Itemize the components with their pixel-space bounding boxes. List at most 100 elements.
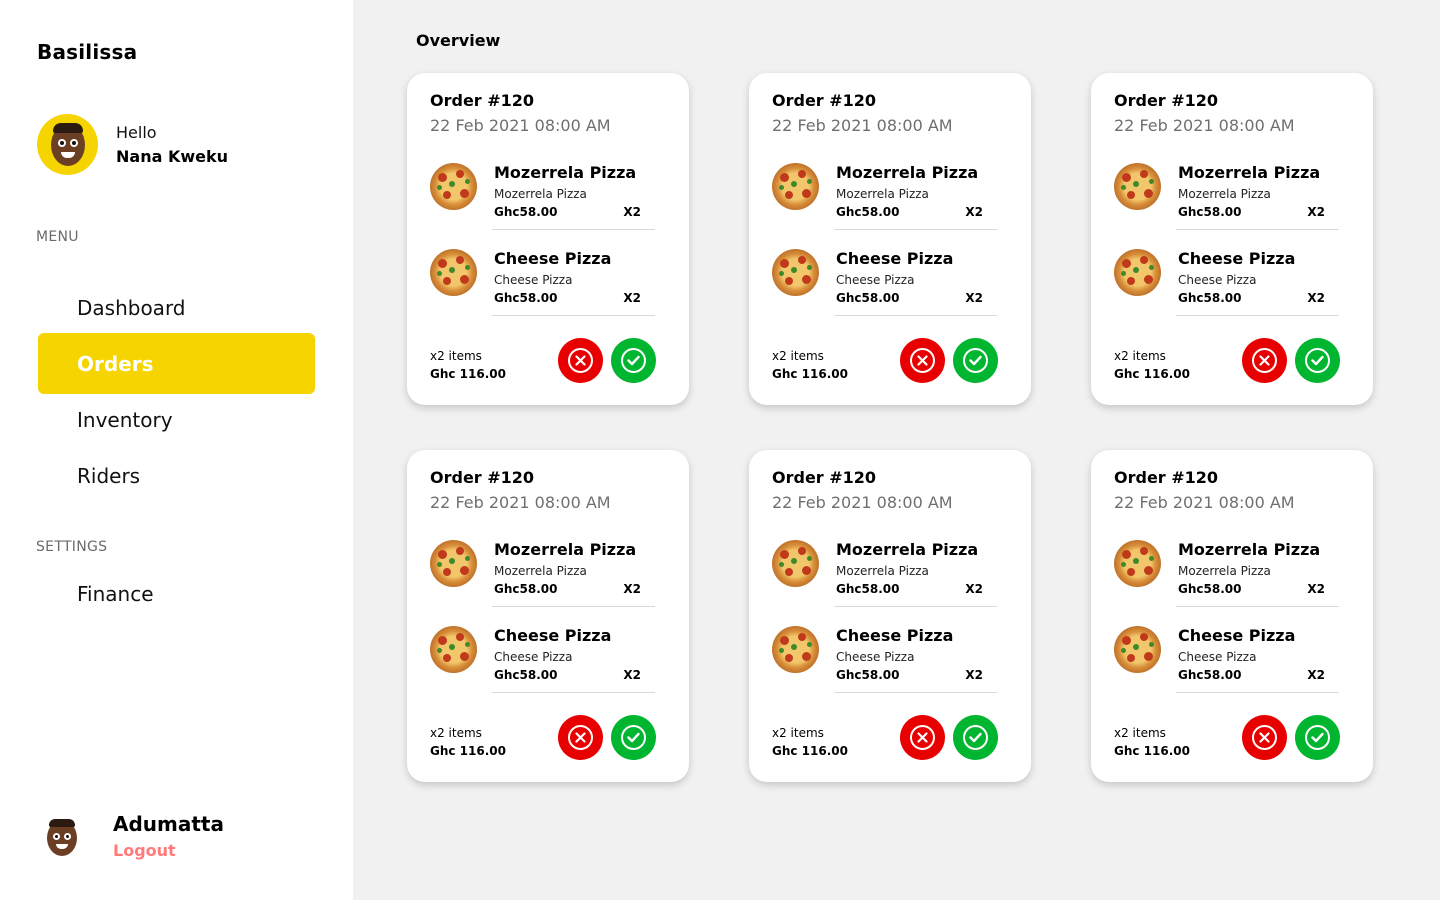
sidebar-item-dashboard[interactable]: Dashboard (38, 277, 315, 338)
sidebar-item-finance[interactable]: Finance (38, 563, 315, 624)
items-count: x2 items (1114, 349, 1166, 363)
accept-order-button[interactable] (953, 338, 998, 383)
accept-order-button[interactable] (953, 715, 998, 760)
item-quantity: X2 (965, 291, 983, 305)
order-number: Order #120 (1114, 468, 1219, 487)
item-quantity: X2 (965, 668, 983, 682)
settings-section-label: SETTINGS (36, 539, 108, 555)
reject-order-button[interactable] (558, 338, 603, 383)
reject-order-button[interactable] (900, 338, 945, 383)
item-name: Mozerrela Pizza (836, 540, 979, 559)
order-item: Cheese Pizza Cheese Pizza Ghc58.00 X2 (772, 626, 997, 696)
reject-order-button[interactable] (1242, 715, 1287, 760)
order-card: Order #120 22 Feb 2021 08:00 AM Mozerrel… (407, 450, 689, 782)
divider (1176, 692, 1339, 693)
account-info: Adumatta Logout (113, 812, 224, 866)
account-name: Adumatta (113, 812, 224, 836)
greeting-text: Hello (116, 122, 157, 142)
accept-order-button[interactable] (611, 338, 656, 383)
divider (1176, 315, 1339, 316)
pizza-icon (772, 249, 819, 296)
pizza-icon (1114, 249, 1161, 296)
memoji-icon (47, 819, 77, 856)
sidebar-item-label: Dashboard (77, 295, 186, 320)
order-number: Order #120 (772, 468, 877, 487)
item-name: Mozerrela Pizza (1178, 163, 1321, 182)
item-quantity: X2 (1307, 205, 1325, 219)
order-card: Order #120 22 Feb 2021 08:00 AM Mozerrel… (749, 450, 1031, 782)
order-number: Order #120 (772, 91, 877, 110)
pizza-icon (1114, 540, 1161, 587)
divider (1176, 606, 1339, 607)
accept-order-button[interactable] (611, 715, 656, 760)
order-total: Ghc 116.00 (772, 367, 848, 381)
order-total: Ghc 116.00 (1114, 744, 1190, 758)
order-total: Ghc 116.00 (1114, 367, 1190, 381)
close-icon (1252, 725, 1277, 750)
order-total: Ghc 116.00 (430, 744, 506, 758)
reject-order-button[interactable] (900, 715, 945, 760)
check-icon (963, 725, 988, 750)
item-quantity: X2 (623, 291, 641, 305)
sidebar-item-inventory[interactable]: Inventory (38, 389, 315, 450)
sidebar-item-riders[interactable]: Riders (38, 445, 315, 506)
item-name: Cheese Pizza (1178, 626, 1296, 645)
sidebar-item-label: Inventory (77, 407, 173, 432)
order-item: Mozerrela Pizza Mozerrela Pizza Ghc58.00… (772, 540, 997, 610)
items-count: x2 items (1114, 726, 1166, 740)
account-avatar[interactable] (44, 819, 80, 858)
accept-order-button[interactable] (1295, 715, 1340, 760)
reject-order-button[interactable] (558, 715, 603, 760)
sidebar-item-orders[interactable]: Orders (38, 333, 315, 394)
item-description: Cheese Pizza (836, 650, 915, 664)
item-quantity: X2 (623, 205, 641, 219)
pizza-icon (772, 163, 819, 210)
order-card: Order #120 22 Feb 2021 08:00 AM Mozerrel… (407, 73, 689, 405)
order-item: Mozerrela Pizza Mozerrela Pizza Ghc58.00… (1114, 163, 1339, 233)
logout-link[interactable]: Logout (113, 836, 224, 866)
divider (834, 315, 997, 316)
close-icon (568, 348, 593, 373)
order-item: Mozerrela Pizza Mozerrela Pizza Ghc58.00… (430, 163, 655, 233)
item-description: Cheese Pizza (1178, 650, 1257, 664)
check-icon (1305, 348, 1330, 373)
item-name: Cheese Pizza (836, 249, 954, 268)
pizza-icon (430, 540, 477, 587)
order-item: Cheese Pizza Cheese Pizza Ghc58.00 X2 (1114, 249, 1339, 319)
close-icon (910, 725, 935, 750)
page-title: Overview (416, 31, 501, 50)
items-count: x2 items (772, 349, 824, 363)
brand-logo[interactable]: Basilissa (37, 40, 137, 64)
avatar[interactable] (37, 114, 98, 175)
item-description: Cheese Pizza (836, 273, 915, 287)
order-date: 22 Feb 2021 08:00 AM (430, 493, 611, 512)
item-quantity: X2 (965, 205, 983, 219)
user-card: Hello Nana Kweku (37, 114, 228, 175)
item-quantity: X2 (623, 668, 641, 682)
item-price: Ghc58.00 (494, 291, 558, 305)
item-name: Cheese Pizza (1178, 249, 1296, 268)
reject-order-button[interactable] (1242, 338, 1287, 383)
divider (492, 606, 655, 607)
item-description: Cheese Pizza (494, 650, 573, 664)
item-description: Mozerrela Pizza (1178, 187, 1271, 201)
item-price: Ghc58.00 (494, 205, 558, 219)
memoji-icon (51, 123, 85, 166)
account-panel: Adumatta Logout (44, 812, 224, 866)
item-description: Mozerrela Pizza (1178, 564, 1271, 578)
item-name: Cheese Pizza (494, 626, 612, 645)
order-number: Order #120 (1114, 91, 1219, 110)
order-date: 22 Feb 2021 08:00 AM (772, 116, 953, 135)
sidebar-item-label: Orders (77, 351, 154, 376)
item-price: Ghc58.00 (1178, 291, 1242, 305)
item-quantity: X2 (623, 582, 641, 596)
divider (492, 692, 655, 693)
order-card: Order #120 22 Feb 2021 08:00 AM Mozerrel… (1091, 73, 1373, 405)
check-icon (621, 348, 646, 373)
item-quantity: X2 (1307, 668, 1325, 682)
close-icon (910, 348, 935, 373)
order-item: Cheese Pizza Cheese Pizza Ghc58.00 X2 (430, 626, 655, 696)
accept-order-button[interactable] (1295, 338, 1340, 383)
pizza-icon (430, 249, 477, 296)
close-icon (568, 725, 593, 750)
